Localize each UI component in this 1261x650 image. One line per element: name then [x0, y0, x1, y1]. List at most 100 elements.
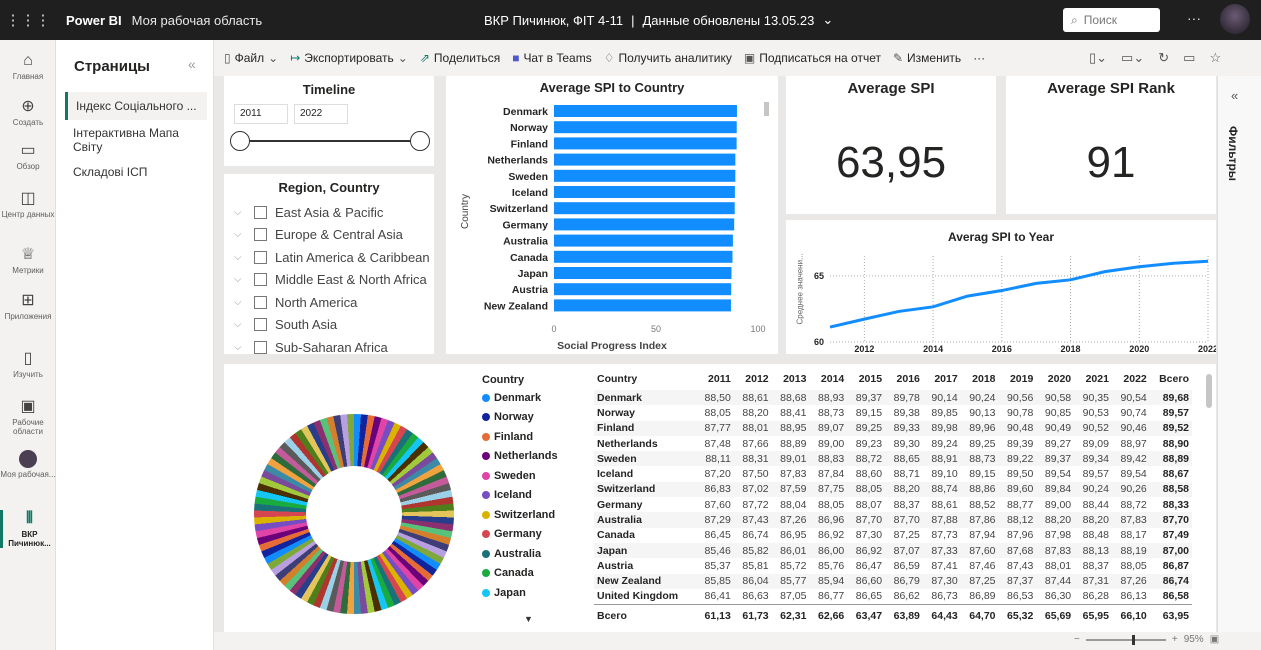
region-item[interactable]: ⌵ South Asia — [224, 314, 434, 337]
bar[interactable] — [554, 121, 737, 134]
timeline-start-handle[interactable] — [230, 131, 250, 151]
zoom-in-icon[interactable]: + — [1172, 634, 1178, 645]
table-header[interactable]: 2022 — [1112, 368, 1150, 390]
timeline-slicer[interactable]: Timeline 2011 2022 — [224, 76, 434, 166]
chevron-down-icon[interactable]: ⌵ — [234, 297, 246, 308]
bar-chart-spi-country[interactable]: Average SPI to Country Denmark Norway Finl… — [446, 76, 778, 354]
nav-home[interactable]: ⌂ Главная — [0, 52, 56, 81]
checkbox[interactable] — [254, 340, 267, 354]
legend-item[interactable]: Denmark — [482, 388, 558, 408]
table-row[interactable]: Denmark 88,50 88,61 88,68 88,93 89,37 89,78 90,… — [594, 390, 1192, 406]
report-title-area[interactable]: ВКР Пичинюк, ФІТ 4-11 | Данные обновлены… — [484, 0, 833, 40]
legend-item[interactable]: Iceland — [482, 486, 558, 506]
legend-item[interactable]: Netherlands — [482, 447, 558, 467]
nav-browse[interactable]: ▭ Обзор — [0, 142, 56, 171]
timeline-end-handle[interactable] — [410, 131, 430, 151]
page-tab[interactable]: Інтерактивна Мапа Світу — [65, 126, 207, 154]
avatar[interactable] — [1220, 4, 1250, 34]
bookmark-icon[interactable]: ▯⌄ — [1089, 50, 1107, 66]
nav-my-workspace[interactable]: Моя рабочая... — [0, 450, 56, 479]
region-item[interactable]: ⌵ Sub-Saharan Africa — [224, 336, 434, 359]
toolbar-more-button[interactable]: ··· — [973, 51, 985, 65]
chevron-down-icon[interactable]: ⌵ — [234, 252, 246, 263]
checkbox[interactable] — [254, 273, 267, 287]
legend-item[interactable]: Sweden — [482, 466, 558, 486]
more-options-icon[interactable]: ··· — [1187, 10, 1201, 26]
donut-ring[interactable] — [254, 414, 454, 614]
table-scrollbar[interactable] — [1206, 374, 1212, 408]
donut-chart[interactable]: Country Denmark Norway Finland Netherlands S… — [224, 364, 590, 632]
table-header[interactable]: 2020 — [1036, 368, 1074, 390]
nav-workspaces[interactable]: ▣ Рабочие области — [0, 398, 56, 436]
subscribe-button[interactable]: ▣ Подписаться на отчет — [744, 51, 881, 65]
table-row[interactable]: Switzerland 86,83 87,02 87,59 87,75 88,05 88,2… — [594, 481, 1192, 498]
table-header[interactable]: 2016 — [885, 368, 923, 390]
edit-button[interactable]: ✎ Изменить — [893, 51, 961, 65]
fit-to-page-icon[interactable]: ▣ — [1210, 634, 1219, 645]
collapse-icon[interactable]: « — [188, 56, 196, 72]
bar[interactable] — [554, 186, 735, 198]
bar[interactable] — [554, 202, 735, 215]
checkbox[interactable] — [254, 250, 267, 264]
kpi-average-spi[interactable]: Average SPI 63,95 — [786, 76, 996, 214]
line-series[interactable] — [829, 259, 1209, 329]
expand-filters-icon[interactable]: « — [1231, 88, 1238, 103]
table-row[interactable]: Germany 87,60 87,72 88,04 88,05 88,07 88,37 88,… — [594, 497, 1192, 512]
table-row[interactable]: Japan 85,46 85,82 86,01 86,00 86,92 87,07 87,33… — [594, 542, 1192, 559]
table-header[interactable]: 2018 — [961, 368, 999, 390]
table-header[interactable]: 2021 — [1074, 368, 1112, 390]
region-item[interactable]: ⌵ East Asia & Pacific — [224, 201, 434, 224]
bar[interactable] — [554, 169, 736, 182]
table-header[interactable]: 2011 — [696, 368, 734, 390]
bar[interactable] — [554, 105, 737, 117]
chevron-down-icon[interactable]: ⌵ — [234, 342, 246, 353]
checkbox[interactable] — [254, 318, 267, 332]
legend-item[interactable]: Canada — [482, 564, 558, 584]
comment-icon[interactable]: ▭ — [1183, 50, 1195, 66]
share-button[interactable]: ⇗ Поделиться — [420, 51, 500, 65]
search-input[interactable]: ⌕ Поиск — [1063, 8, 1160, 32]
bar[interactable] — [554, 250, 733, 263]
nav-learn[interactable]: ▯ Изучить — [0, 350, 56, 379]
table-row[interactable]: Sweden 88,11 88,31 89,01 88,83 88,72 88,65 88,9… — [594, 451, 1192, 467]
page-tab[interactable]: Складові ІСП — [65, 158, 207, 186]
legend-item[interactable]: Japan — [482, 583, 558, 603]
bar-chart-scrollbar[interactable] — [764, 102, 769, 116]
bar[interactable] — [554, 283, 732, 296]
bar[interactable] — [554, 218, 735, 231]
checkbox[interactable] — [254, 205, 267, 219]
bar[interactable] — [554, 153, 736, 166]
chevron-down-icon[interactable]: ⌵ — [234, 229, 246, 240]
chevron-down-icon[interactable]: ⌵ — [234, 274, 246, 285]
kpi-average-rank[interactable]: Average SPI Rank 91 — [1006, 76, 1216, 214]
timeline-end-input[interactable]: 2022 — [294, 104, 348, 124]
nav-apps[interactable]: ⊞ Приложения — [0, 292, 56, 321]
legend-item[interactable]: Norway — [482, 408, 558, 428]
file-menu-button[interactable]: ▯ Файл ⌄ — [224, 51, 278, 65]
spi-table[interactable]: Country 2011 2012 2013 2014 2015 2016 2017 2018 2… — [590, 364, 1216, 632]
legend-item[interactable]: Switzerland — [482, 505, 558, 525]
region-item[interactable]: ⌵ Middle East & North Africa — [224, 269, 434, 292]
brand-name[interactable]: Power BI — [66, 13, 122, 28]
nav-create[interactable]: ⊕ Создать — [0, 98, 56, 127]
teams-chat-button[interactable]: ■ Чат в Teams — [512, 51, 592, 65]
chevron-down-icon[interactable]: ⌵ — [234, 319, 246, 330]
table-row[interactable]: Norway 88,05 88,20 88,41 88,73 89,15 89,38 89,8… — [594, 405, 1192, 420]
bar[interactable] — [554, 267, 732, 279]
timeline-start-input[interactable]: 2011 — [234, 104, 288, 124]
table-header[interactable]: 2019 — [999, 368, 1037, 390]
table-row[interactable]: Netherlands 87,48 87,66 88,89 89,00 89,23 89,3… — [594, 436, 1192, 451]
table-header[interactable]: 2015 — [847, 368, 885, 390]
legend-item[interactable]: Germany — [482, 525, 558, 545]
chevron-down-icon[interactable]: ⌵ — [234, 207, 246, 218]
table-row[interactable]: Austria 85,37 85,81 85,72 85,76 86,47 86,59 87,… — [594, 558, 1192, 573]
table-header[interactable]: 2013 — [772, 368, 810, 390]
table-row[interactable]: Finland 87,77 88,01 88,95 89,07 89,25 89,33 89,… — [594, 420, 1192, 436]
table-row[interactable]: New Zealand 85,85 86,04 85,77 85,94 86,60 86,7… — [594, 573, 1192, 589]
line-chart-spi-year[interactable]: Averag SPI to Year 65 60 2012 2014 2016 2018 2… — [786, 220, 1216, 354]
checkbox[interactable] — [254, 228, 267, 242]
table-row[interactable]: Canada 86,45 86,74 86,95 86,92 87,30 87,25 87,7… — [594, 528, 1192, 543]
zoom-out-icon[interactable]: − — [1074, 634, 1080, 645]
legend-item[interactable]: Finland — [482, 427, 558, 447]
favorite-icon[interactable]: ☆ — [1209, 50, 1221, 66]
